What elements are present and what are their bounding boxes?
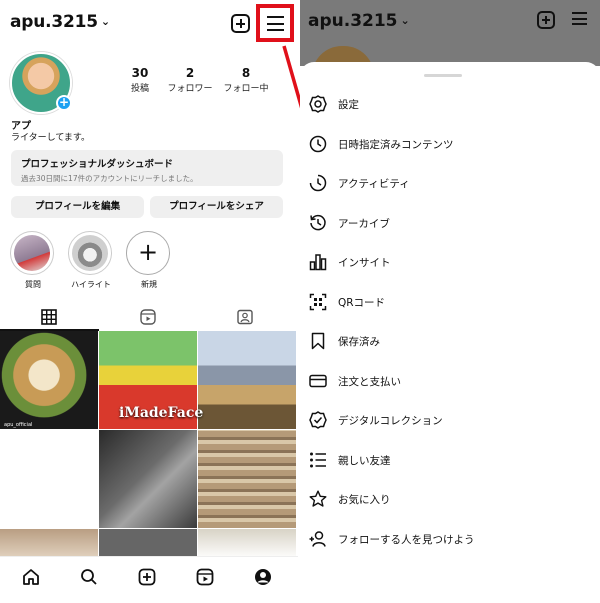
menu-item-label: フォローする人を見つけよう (338, 533, 475, 546)
stat-value: 8 (241, 66, 251, 80)
bio: ライターしてます。 (11, 133, 91, 143)
post-thumbnail[interactable] (198, 331, 296, 429)
archive-icon (310, 214, 326, 230)
menu-item-label: QRコード (338, 296, 386, 309)
post-thumbnail[interactable] (198, 430, 296, 528)
menu-item-digital-collectibles[interactable]: デジタルコレクション (300, 401, 600, 441)
menu-item-favorites[interactable]: お気に入り (300, 480, 600, 520)
highlight-label: 質問 (25, 280, 41, 289)
menu-item-label: 親しい友達 (338, 454, 391, 467)
card-icon (309, 374, 327, 387)
menu-item-saved[interactable]: 保存済み (300, 322, 600, 362)
menu-item-label: 設定 (338, 99, 359, 111)
menu-item-scheduled-content[interactable]: 日時指定済みコンテンツ (300, 125, 600, 165)
stat-following[interactable]: 8 フォロー中 (216, 66, 276, 94)
menu-screen: apu.3215 ⌄ 設定 日時指定済みコンテンツ アクティビティ アーカイブ … (300, 0, 600, 603)
bookmark-icon (311, 332, 325, 350)
dashboard-title: プロフェッショナルダッシュボード (21, 159, 174, 170)
menu-item-label: お気に入り (338, 494, 391, 506)
top-bar: apu.3215 ⌄ (0, 0, 298, 46)
menu-item-qr-code[interactable]: QRコード (300, 283, 600, 323)
gear-icon (309, 95, 327, 113)
new-highlight[interactable]: + 新規 (126, 231, 172, 290)
edit-profile-button[interactable]: プロフィールを編集 (11, 196, 144, 218)
highlight-cover (72, 235, 108, 271)
professional-dashboard[interactable]: プロフェッショナルダッシュボード 過去30日間に17件のアカウントにリーチしまし… (11, 150, 283, 186)
menu-button-highlight[interactable] (256, 4, 294, 42)
menu-item-close-friends[interactable]: 親しい友達 (300, 441, 600, 481)
home-icon[interactable] (21, 567, 41, 587)
menu-item-settings[interactable]: 設定 (300, 85, 600, 125)
post-thumbnail[interactable] (0, 331, 98, 429)
stat-value: 2 (185, 66, 195, 80)
hamburger-menu-icon (267, 16, 284, 31)
menu-item-insights[interactable]: インサイト (300, 243, 600, 283)
post-tag: apu_official (4, 422, 33, 428)
account-switcher[interactable]: apu.3215 ⌄ (10, 12, 110, 32)
menu-item-activity[interactable]: アクティビティ (300, 164, 600, 204)
menu-item-label: 保存済み (338, 336, 380, 348)
menu-item-orders-payments[interactable]: 注文と支払い (300, 362, 600, 402)
highlight-label: ハイライト (71, 280, 111, 289)
create-icon[interactable] (137, 567, 157, 587)
menu-sheet: 設定 日時指定済みコンテンツ アクティビティ アーカイブ インサイト QRコード… (300, 62, 600, 603)
menu-item-label: アクティビティ (338, 178, 410, 190)
highlight-ring (68, 231, 112, 275)
profile-stats: 30 投稿 2 フォロワー 8 フォロー中 (110, 66, 290, 96)
menu-item-label: インサイト (338, 257, 391, 269)
highlight-cover (14, 235, 50, 271)
menu-item-label: アーカイブ (338, 217, 390, 230)
profile-icon[interactable] (253, 567, 273, 587)
reels-icon[interactable] (195, 567, 215, 587)
stat-followers[interactable]: 2 フォロワー (160, 66, 220, 94)
grid-icon[interactable] (41, 309, 57, 325)
highlight-label: 新規 (141, 280, 157, 289)
verified-icon (309, 411, 327, 429)
menu-item-archive[interactable]: アーカイブ (300, 204, 600, 244)
list-icon (310, 452, 326, 467)
dashboard-subtitle: 過去30日間に17件のアカウントにリーチしました。 (21, 174, 198, 183)
post-overlay-text: iMadeFace (119, 405, 204, 421)
stat-label: フォロワー (167, 84, 213, 94)
plus-icon: + (126, 231, 170, 275)
menu-item-discover-people[interactable]: フォローする人を見つけよう (300, 520, 600, 560)
share-profile-button[interactable]: プロフィールをシェア (150, 196, 283, 218)
menu-item-label: 日時指定済みコンテンツ (338, 138, 454, 151)
post-thumbnail[interactable] (198, 529, 296, 559)
chevron-down-icon: ⌄ (400, 14, 410, 27)
account-switcher: apu.3215 ⌄ (308, 11, 410, 31)
menu-item-label: 注文と支払い (338, 375, 401, 388)
hamburger-menu-icon (572, 12, 587, 25)
post-thumbnail[interactable] (99, 529, 197, 559)
dimmed-background[interactable]: apu.3215 ⌄ (300, 0, 600, 86)
search-icon[interactable] (79, 567, 99, 587)
add-story-icon[interactable]: + (56, 95, 72, 111)
insights-icon (309, 254, 327, 271)
username: apu.3215 (308, 11, 398, 31)
post-thumbnail[interactable] (0, 529, 98, 559)
reels-icon[interactable] (140, 309, 156, 325)
tagged-icon[interactable] (237, 309, 253, 325)
bottom-navigation (0, 556, 298, 603)
post-thumbnail[interactable] (0, 430, 98, 528)
chevron-down-icon: ⌄ (100, 15, 110, 28)
highlight-ring (10, 231, 54, 275)
highlight-item[interactable]: ハイライト (68, 231, 114, 290)
create-post-button[interactable] (231, 14, 250, 33)
activity-icon (309, 174, 327, 192)
stat-label: フォロー中 (223, 84, 269, 94)
post-thumbnail[interactable] (99, 430, 197, 528)
menu-item-label: デジタルコレクション (338, 415, 443, 427)
add-person-icon (309, 530, 326, 547)
username: apu.3215 (10, 12, 98, 32)
clock-icon (309, 135, 327, 152)
create-post-button (537, 11, 555, 29)
qr-code-icon (309, 293, 327, 310)
profile-tabs (0, 303, 298, 331)
highlight-item[interactable]: 質問 (10, 231, 56, 290)
star-icon (309, 490, 327, 507)
profile-screen: apu.3215 ⌄ + 30 投稿 2 フォロワー 8 フォロー中 アプ ライタ… (0, 0, 298, 603)
sheet-handle[interactable] (424, 74, 462, 77)
